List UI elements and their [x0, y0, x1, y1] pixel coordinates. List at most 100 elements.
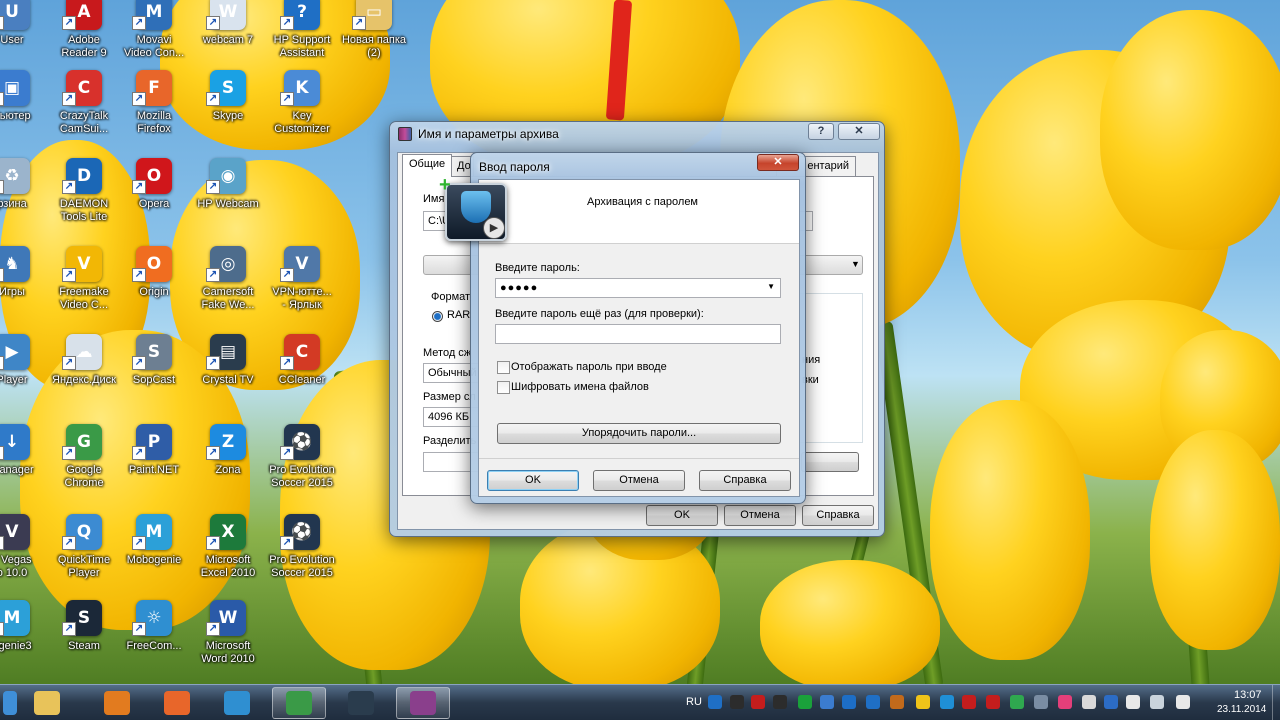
shortcut-arrow-icon: ↗ — [132, 16, 146, 30]
tray-icon[interactable] — [1176, 695, 1190, 709]
tray-icon[interactable] — [986, 695, 1000, 709]
tray-icon[interactable] — [916, 695, 930, 709]
show-password-checkbox[interactable] — [497, 361, 510, 374]
taskbar-winrar-button[interactable] — [396, 687, 450, 719]
shortcut-arrow-icon: ↗ — [132, 92, 146, 106]
set-password-button[interactable] — [801, 452, 859, 472]
shortcut-arrow-icon: ↗ — [0, 536, 4, 550]
taskbar-media-player-button[interactable] — [90, 687, 144, 719]
desktop-icon[interactable]: K ↗ Key Customizer — [258, 70, 346, 156]
desktop-icon-label: VPN-ютте... - Ярлык — [272, 286, 332, 311]
desktop-icon[interactable]: ⚽ ↗ Pro Evolution Soccer 2015 — [258, 514, 346, 600]
tray-icon[interactable] — [866, 695, 880, 709]
clock-time[interactable]: 13:07 — [1234, 689, 1262, 701]
shortcut-arrow-icon: ↗ — [206, 622, 220, 636]
method-label: Метод сж — [423, 347, 472, 359]
archive-window-titlebar[interactable]: Имя и параметры архива ? ✕ — [390, 122, 884, 146]
cancel-button[interactable]: Отмена — [593, 470, 685, 491]
shortcut-arrow-icon: ↗ — [62, 356, 76, 370]
shortcut-arrow-icon: ↗ — [62, 180, 76, 194]
desktop-icon-label: HP Webcam — [197, 198, 259, 210]
password-shield-icon: + ▶ — [439, 175, 507, 241]
desktop-icon-label: Новая папка (2) — [341, 34, 407, 59]
desktop-icon-label: CCleaner — [278, 374, 326, 386]
cancel-button[interactable]: Отмена — [724, 505, 796, 526]
taskbar-chrome-button[interactable] — [272, 687, 326, 719]
tray-icon[interactable] — [820, 695, 834, 709]
desktop-icon[interactable]: W ↗ Microsoft Word 2010 — [184, 600, 272, 686]
ok-button[interactable]: OK — [646, 505, 718, 526]
dialog-heading: Архивация с паролем — [587, 196, 698, 208]
tab-general[interactable]: Общие — [402, 154, 453, 177]
language-indicator[interactable]: RU — [686, 696, 702, 708]
password-dialog: Ввод пароля ✕ Архивация с паролем Введит… — [439, 152, 806, 504]
app-icon: ▶ — [0, 334, 30, 370]
taskbar-firefox-button[interactable] — [150, 687, 204, 719]
tray-icon[interactable] — [730, 695, 744, 709]
chevron-down-icon: ▼ — [851, 259, 860, 269]
organize-passwords-button[interactable]: Упорядочить пароли... — [497, 423, 781, 444]
tray-icon[interactable] — [1058, 695, 1072, 709]
show-desktop-button[interactable] — [1272, 685, 1280, 720]
tulip — [1150, 430, 1280, 650]
password-dialog-titlebar[interactable]: Ввод пароля ✕ — [471, 153, 805, 177]
shortcut-arrow-icon: ↗ — [280, 356, 294, 370]
media-player-icon — [104, 691, 130, 715]
shortcut-arrow-icon: ↗ — [280, 446, 294, 460]
plus-icon: + — [439, 174, 451, 196]
desktop-icon-label: Pro Evolution Soccer 2015 — [269, 464, 335, 489]
ok-button[interactable]: OK — [487, 470, 579, 491]
format-label: Формат — [431, 291, 471, 303]
tray-icon[interactable] — [842, 695, 856, 709]
password-input[interactable]: ●●●●● ▼ — [495, 278, 781, 298]
tray-icon[interactable] — [1082, 695, 1096, 709]
dialog-header: Архивация с паролем — [479, 180, 799, 244]
close-icon[interactable]: ✕ — [757, 154, 799, 171]
format-rar-radio[interactable] — [432, 311, 443, 322]
winrar-icon — [410, 691, 436, 715]
tray-icon[interactable] — [962, 695, 976, 709]
tray-icon[interactable] — [1150, 695, 1164, 709]
taskbar-freecommander-button[interactable] — [210, 687, 264, 719]
encrypt-filenames-checkbox[interactable] — [497, 381, 510, 394]
tray-icon[interactable] — [890, 695, 904, 709]
app-icon: ▣ — [0, 70, 30, 106]
shortcut-arrow-icon: ↗ — [132, 180, 146, 194]
taskbar-explorer-button[interactable] — [20, 687, 74, 719]
taskbar-start-button-button[interactable] — [0, 687, 20, 719]
password-dialog-title: Ввод пароля — [479, 160, 550, 174]
winrar-icon — [398, 127, 412, 141]
tray-icon[interactable] — [798, 695, 812, 709]
clock-date[interactable]: 23.11.2014 — [1217, 704, 1266, 715]
tray-icon[interactable] — [1126, 695, 1140, 709]
desktop-icon[interactable]: ◉ ↗ HP Webcam — [184, 158, 272, 244]
dictionary-label: Размер сл — [423, 391, 476, 403]
options-group: ния вки — [799, 293, 863, 443]
app-icon: ↓ — [0, 424, 30, 460]
close-caption-button[interactable]: ✕ — [838, 123, 880, 140]
shortcut-arrow-icon: ↗ — [206, 180, 220, 194]
tray-icon[interactable] — [1104, 695, 1118, 709]
desktop-icon[interactable]: ▭ ↗ Новая папка (2) — [330, 0, 418, 80]
tray-icon[interactable] — [940, 695, 954, 709]
help-button[interactable]: Справка — [802, 505, 874, 526]
shortcut-arrow-icon: ↗ — [62, 622, 76, 636]
chevron-down-icon[interactable]: ▼ — [767, 282, 776, 291]
reenter-password-input[interactable] — [495, 324, 781, 344]
tray-icon[interactable] — [751, 695, 765, 709]
tray-icon[interactable] — [1010, 695, 1024, 709]
shortcut-arrow-icon: ↗ — [0, 16, 4, 30]
tray-icon[interactable] — [708, 695, 722, 709]
taskbar-crystal-tv-button[interactable] — [334, 687, 388, 719]
shortcut-arrow-icon: ↗ — [62, 92, 76, 106]
shortcut-arrow-icon: ↗ — [62, 268, 76, 282]
tray-icon[interactable] — [773, 695, 787, 709]
help-caption-button[interactable]: ? — [808, 123, 834, 140]
desktop-icon[interactable]: V ↗ VPN-ютте... - Ярлык — [258, 246, 346, 332]
shortcut-arrow-icon: ↗ — [280, 16, 294, 30]
desktop-icon[interactable]: ⚽ ↗ Pro Evolution Soccer 2015 — [258, 424, 346, 510]
tray-icon[interactable] — [1034, 695, 1048, 709]
help-button[interactable]: Справка — [699, 470, 791, 491]
desktop-icon-label: Pro Evolution Soccer 2015 — [269, 554, 335, 579]
desktop-icon[interactable]: C ↗ CCleaner — [258, 334, 346, 420]
